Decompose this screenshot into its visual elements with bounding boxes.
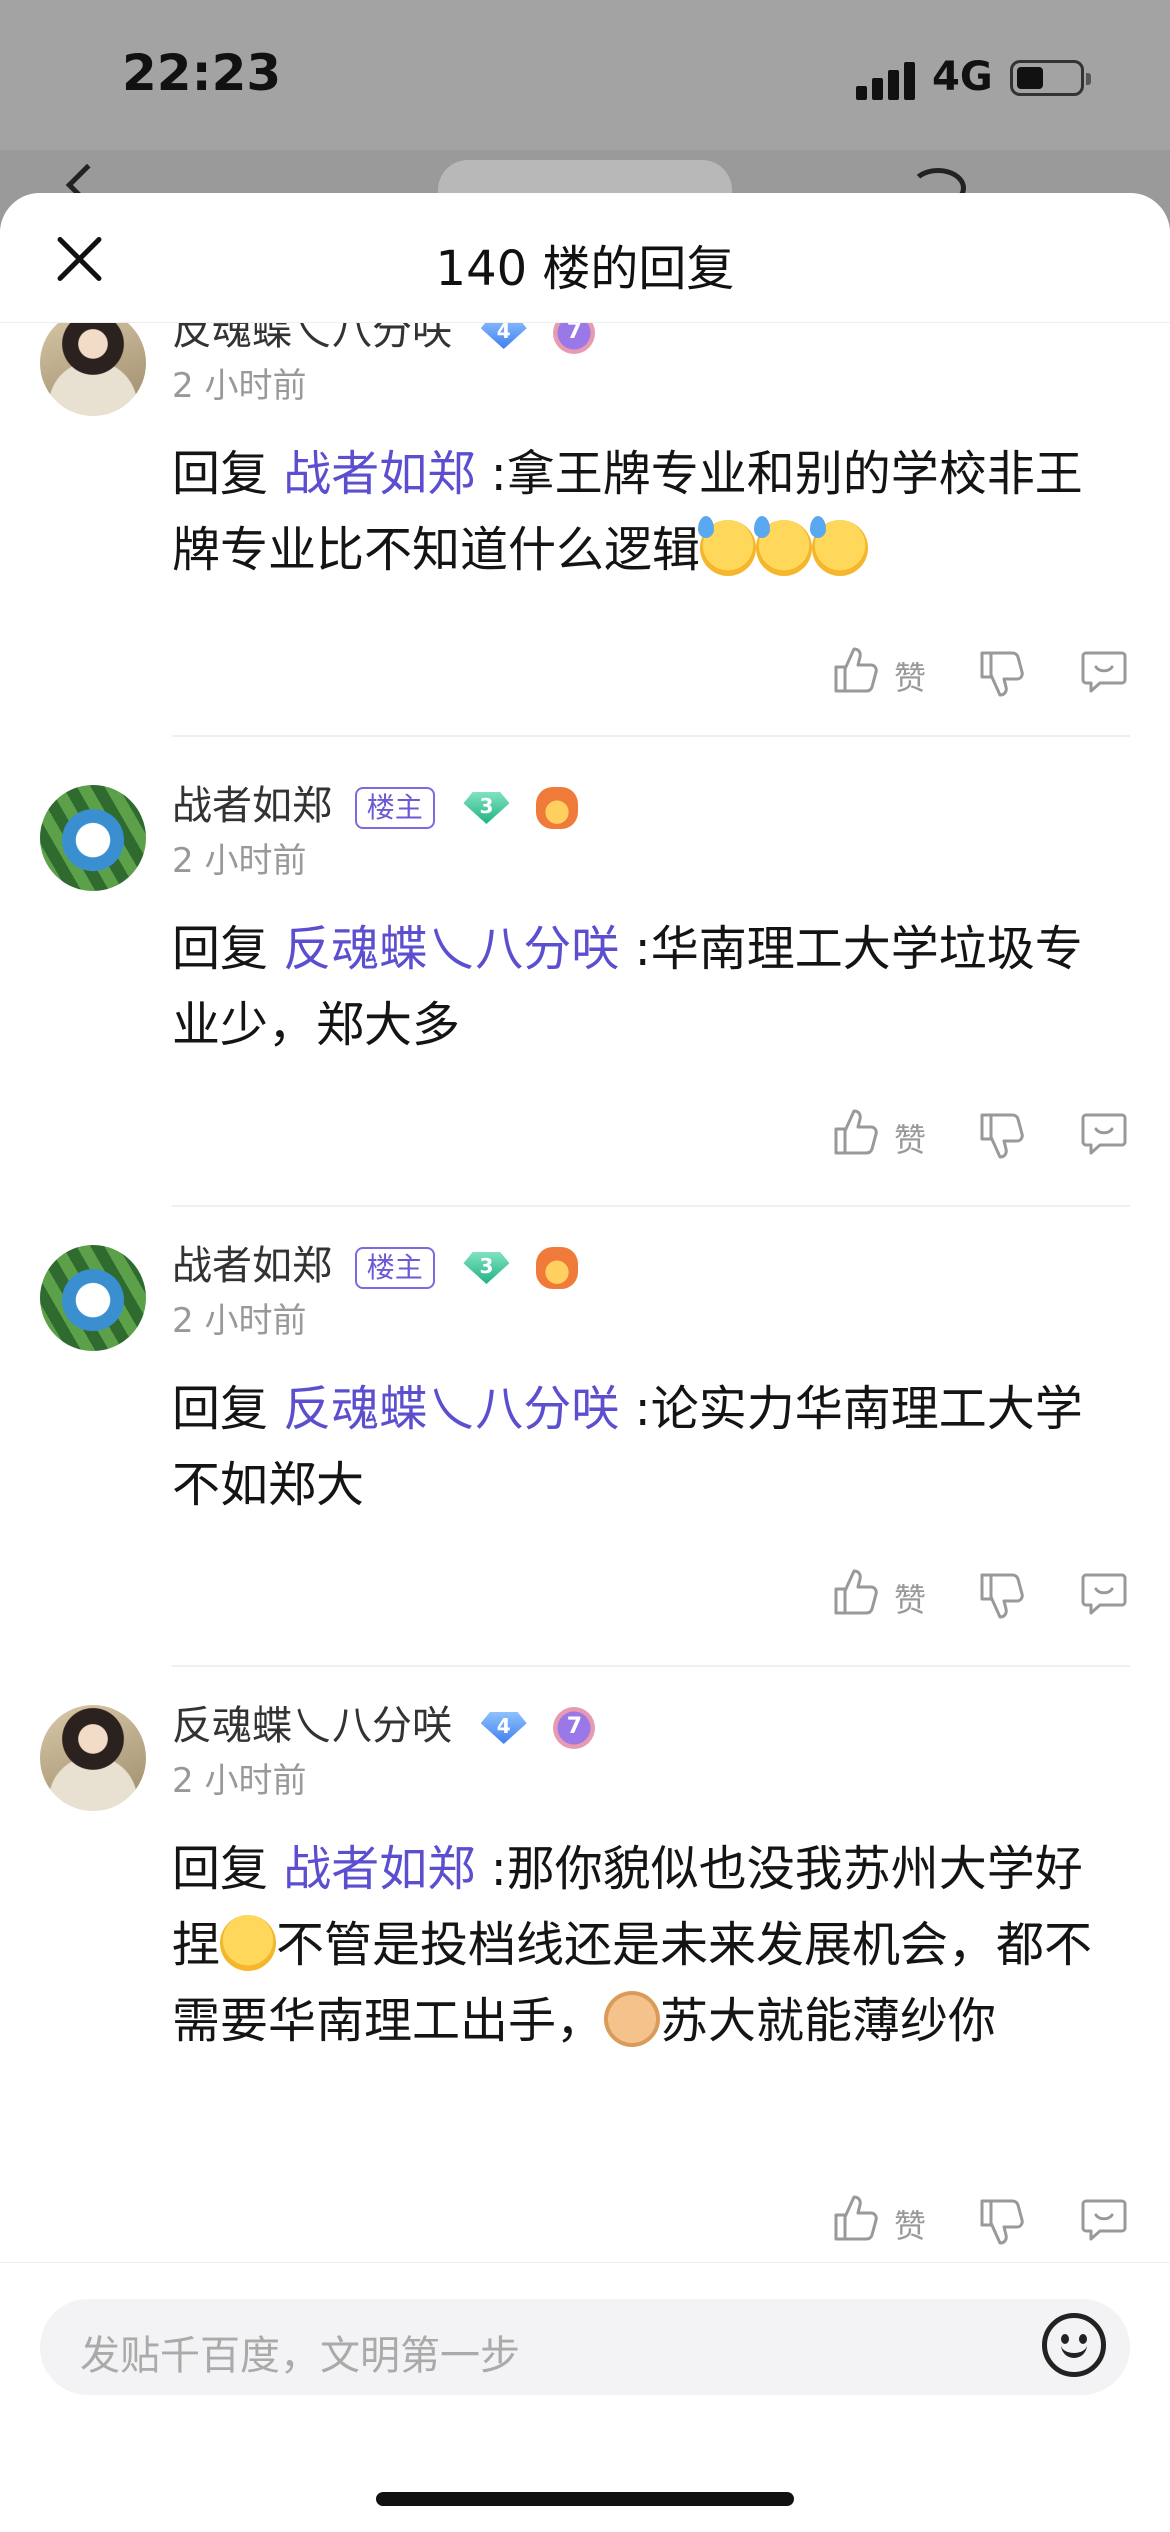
username[interactable]: 反魂蝶乀八分咲 4 7 [172, 1693, 596, 1751]
mention-link[interactable]: 反魂蝶乀八分咲 [283, 921, 619, 977]
thumbs-down-icon[interactable] [978, 2197, 1026, 2247]
thumbs-down-icon[interactable] [978, 649, 1026, 699]
level-gem-icon: 3 [459, 788, 513, 828]
sheet-title: 140 楼的回复 [435, 241, 735, 297]
comment-actions: 赞 [0, 1107, 1170, 1167]
sheet-header: 140 楼的回复 [0, 193, 1170, 323]
avatar[interactable] [40, 1705, 146, 1811]
game-medal-icon [536, 787, 579, 829]
thumbs-up-icon[interactable] [832, 1567, 880, 1617]
timestamp: 2 小时前 [172, 1761, 307, 1801]
home-indicator[interactable] [376, 2492, 794, 2506]
thumbs-up-icon[interactable] [832, 1107, 880, 1157]
reply-input-placeholder[interactable]: 发贴千百度，文明第一步 [80, 2323, 520, 2381]
like-label[interactable]: 赞 [894, 1115, 926, 1161]
like-label[interactable]: 赞 [894, 1575, 926, 1621]
comment-bubble-icon[interactable] [1080, 1569, 1128, 1617]
comment-bubble-icon[interactable] [1080, 647, 1128, 695]
avatar[interactable] [40, 785, 146, 891]
reply-sheet: 140 楼的回复 反魂蝶乀八分咲 4 7 2 小时前 回复 战者如郑 :拿王牌专… [0, 193, 1170, 2532]
grin-emoji-icon [220, 1915, 277, 1971]
medal-icon: 7 [553, 1707, 596, 1749]
username-text[interactable]: 反魂蝶乀八分咲 [172, 1703, 452, 1749]
mention-link[interactable]: 战者如郑 [283, 446, 475, 502]
status-bar: 22:23 4G [0, 0, 1170, 150]
comment-actions: 赞 [0, 2193, 1170, 2253]
comment-actions: 赞 [0, 1567, 1170, 1627]
level-gem-icon: 3 [459, 1248, 513, 1288]
timestamp: 2 小时前 [172, 366, 307, 406]
signal-icon [856, 60, 916, 100]
thumbs-up-icon[interactable] [832, 2193, 880, 2243]
comment-bubble-icon[interactable] [1080, 2195, 1128, 2243]
old-man-emoji-icon [604, 1991, 661, 2047]
network-type: 4G [932, 54, 993, 100]
thumbs-down-icon[interactable] [978, 1571, 1026, 1621]
game-medal-icon [536, 1247, 579, 1289]
timestamp: 2 小时前 [172, 841, 307, 881]
comment-body[interactable]: 回复 反魂蝶乀八分咲 :华南理工大学垃圾专业少，郑大多 [172, 911, 1112, 1063]
owner-badge: 楼主 [354, 1247, 435, 1289]
divider [172, 735, 1130, 737]
smiley-icon[interactable] [1042, 2313, 1106, 2377]
reply-input[interactable]: 发贴千百度，文明第一步 [40, 2299, 1130, 2395]
thumbs-up-icon[interactable] [832, 645, 880, 695]
divider [172, 1665, 1130, 1667]
thumbs-down-icon[interactable] [978, 1111, 1026, 1161]
username-text[interactable]: 战者如郑 [172, 783, 332, 829]
comment-body[interactable]: 回复 反魂蝶乀八分咲 :论实力华南理工大学不如郑大 [172, 1371, 1112, 1523]
username[interactable]: 战者如郑 楼主 3 [172, 1233, 579, 1291]
avatar[interactable] [40, 310, 146, 416]
like-label[interactable]: 赞 [894, 653, 926, 699]
username[interactable]: 战者如郑 楼主 3 [172, 773, 579, 831]
mention-link[interactable]: 反魂蝶乀八分咲 [283, 1381, 619, 1437]
owner-badge: 楼主 [354, 787, 435, 829]
sweat-emoji-icon [754, 516, 813, 576]
divider [172, 1205, 1130, 1207]
like-label[interactable]: 赞 [894, 2201, 926, 2247]
level-gem-icon: 4 [477, 1708, 531, 1748]
comment-actions: 赞 [0, 645, 1170, 705]
status-time: 22:23 [122, 44, 282, 102]
comment-body[interactable]: 回复 战者如郑 :那你貌似也没我苏州大学好捏 不管是投档线还是未来发展机会，都不需… [172, 1831, 1112, 2059]
battery-icon [1010, 60, 1091, 96]
comment-body[interactable]: 回复 战者如郑 :拿王牌专业和别的学校非王牌专业比不知道什么逻辑 [172, 436, 1112, 588]
timestamp: 2 小时前 [172, 1301, 307, 1341]
sweat-emoji-icon [810, 516, 869, 576]
comment-bubble-icon[interactable] [1080, 1109, 1128, 1157]
mention-link[interactable]: 战者如郑 [283, 1841, 475, 1897]
avatar[interactable] [40, 1245, 146, 1351]
username-text[interactable]: 战者如郑 [172, 1243, 332, 1289]
sweat-emoji-icon [698, 516, 757, 576]
